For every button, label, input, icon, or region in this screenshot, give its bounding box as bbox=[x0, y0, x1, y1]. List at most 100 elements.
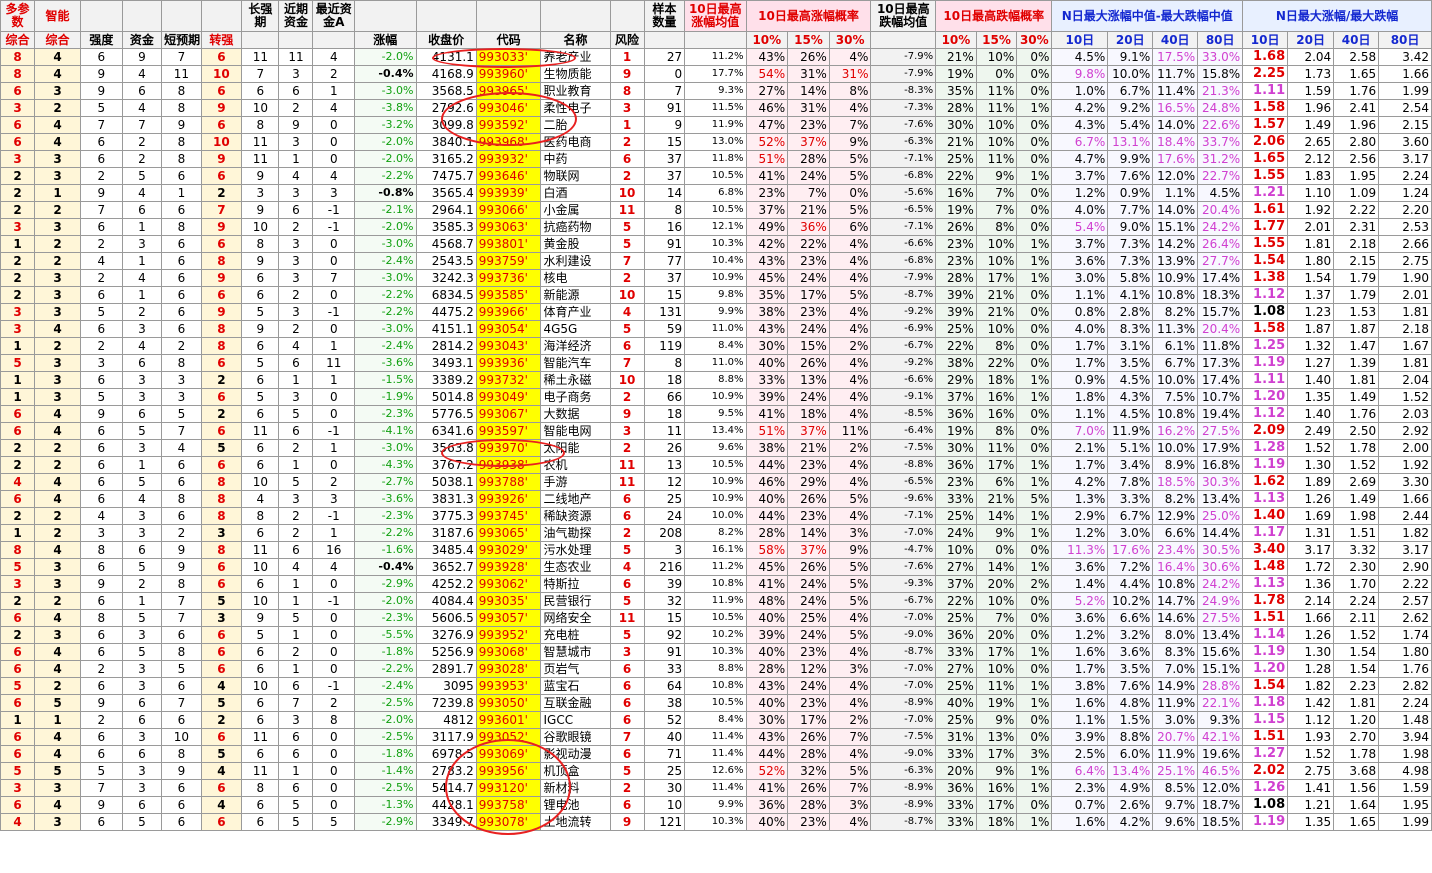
close-price-cell[interactable]: 5038.1 bbox=[415, 473, 477, 491]
max-fall-avg-cell[interactable]: -6.3% bbox=[870, 133, 937, 151]
ratio-20d-cell[interactable]: 1.87 bbox=[1287, 320, 1335, 338]
fall-prob-15-cell[interactable]: 21% bbox=[975, 490, 1018, 508]
ratio-20d-cell[interactable]: 1.23 bbox=[1287, 303, 1335, 321]
capital-cell[interactable]: 3 bbox=[121, 320, 163, 338]
median-10d-cell[interactable]: 11.3% bbox=[1051, 541, 1109, 559]
rise-prob-30-cell[interactable]: 2% bbox=[828, 711, 872, 729]
turn-strong-cell[interactable]: 9 bbox=[200, 269, 243, 287]
fall-prob-10-cell[interactable]: 20% bbox=[935, 762, 977, 780]
turn-strong-cell[interactable]: 8 bbox=[200, 507, 243, 525]
max-fall-avg-cell[interactable]: -7.6% bbox=[870, 116, 937, 134]
name-cell[interactable]: 稀缺资源 bbox=[540, 507, 611, 525]
close-price-cell[interactable]: 3565.4 bbox=[415, 184, 477, 202]
change-pct-cell[interactable]: -4.1% bbox=[354, 422, 417, 440]
fall-prob-15-cell[interactable]: 7% bbox=[975, 609, 1018, 627]
strength-cell[interactable]: 6 bbox=[80, 48, 123, 66]
max-fall-avg-cell[interactable]: -9.3% bbox=[870, 575, 937, 593]
ratio-80d-cell[interactable]: 1.90 bbox=[1378, 269, 1432, 287]
max-fall-avg-cell[interactable]: -6.3% bbox=[870, 762, 937, 780]
composite-rank-cell[interactable]: 5 bbox=[0, 762, 35, 780]
name-cell[interactable]: 抗癌药物 bbox=[540, 218, 611, 236]
turn-strong-cell[interactable]: 6 bbox=[200, 779, 243, 797]
table-row[interactable]: 2 3 2 4 6 9 6 3 7 -3.0% 3242.3 993736' 核电 2 37 10.9% 45%… bbox=[0, 269, 1432, 287]
ratio-20d-cell[interactable]: 2.65 bbox=[1287, 133, 1335, 151]
recent-capital-a-cell[interactable]: 0 bbox=[312, 626, 356, 644]
change-pct-cell[interactable]: -2.0% bbox=[354, 150, 417, 168]
name-cell[interactable]: 体育产业 bbox=[540, 303, 611, 321]
composite-rank-cell[interactable]: 3 bbox=[0, 99, 35, 117]
strength-cell[interactable]: 7 bbox=[80, 201, 123, 219]
ratio-80d-cell[interactable]: 1.80 bbox=[1378, 643, 1432, 661]
rise-prob-30-cell[interactable]: 5% bbox=[828, 167, 872, 185]
short-expect-cell[interactable]: 9 bbox=[161, 762, 202, 780]
ratio-80d-cell[interactable]: 2.66 bbox=[1378, 235, 1432, 253]
capital-cell[interactable]: 4 bbox=[121, 337, 163, 355]
median-40d-cell[interactable]: 9.6% bbox=[1152, 813, 1199, 831]
max-rise-avg-cell[interactable]: 10.4% bbox=[684, 252, 747, 270]
median-80d-cell[interactable]: 30.3% bbox=[1197, 473, 1244, 491]
median-20d-cell[interactable]: 11.9% bbox=[1107, 422, 1154, 440]
strength-cell[interactable]: 2 bbox=[80, 269, 123, 287]
table-row[interactable]: 4 3 6 5 6 6 6 5 5 -2.9% 3349.7 993078' 土地流转 9 121 10.3%… bbox=[0, 813, 1432, 831]
ratio-10d-cell[interactable]: 1.55 bbox=[1242, 235, 1289, 253]
fall-prob-10-cell[interactable]: 40% bbox=[935, 694, 977, 712]
median-20d-cell[interactable]: 8.3% bbox=[1107, 320, 1154, 338]
ratio-80d-cell[interactable]: 1.67 bbox=[1378, 337, 1432, 355]
median-10d-cell[interactable]: 3.7% bbox=[1051, 167, 1109, 185]
risk-cell[interactable]: 5 bbox=[609, 762, 645, 780]
long-strong-cell[interactable]: 10 bbox=[241, 99, 280, 117]
fall-prob-30-cell[interactable]: 0% bbox=[1016, 337, 1053, 355]
max-rise-avg-cell[interactable]: 8.2% bbox=[684, 524, 747, 542]
recent-capital-cell[interactable]: 7 bbox=[278, 694, 314, 712]
fall-prob-15-cell[interactable]: 18% bbox=[975, 813, 1018, 831]
ratio-20d-cell[interactable]: 1.93 bbox=[1287, 728, 1335, 746]
long-strong-cell[interactable]: 6 bbox=[241, 643, 280, 661]
name-cell[interactable]: 充电桩 bbox=[540, 626, 611, 644]
median-40d-cell[interactable]: 16.5% bbox=[1152, 99, 1199, 117]
turn-strong-cell[interactable]: 7 bbox=[200, 201, 243, 219]
ratio-20d-cell[interactable]: 1.35 bbox=[1287, 388, 1335, 406]
ratio-40d-cell[interactable]: 1.76 bbox=[1333, 405, 1380, 423]
ratio-20d-cell[interactable]: 1.80 bbox=[1287, 252, 1335, 270]
ratio-20d-cell[interactable]: 2.75 bbox=[1287, 762, 1335, 780]
median-40d-cell[interactable]: 11.9% bbox=[1152, 694, 1199, 712]
code-cell[interactable]: 993585' bbox=[475, 286, 542, 304]
turn-strong-cell[interactable]: 8 bbox=[200, 473, 243, 491]
fall-prob-10-cell[interactable]: 33% bbox=[935, 796, 977, 814]
short-expect-cell[interactable]: 8 bbox=[161, 150, 202, 168]
composite-rank-cell[interactable]: 3 bbox=[0, 779, 35, 797]
rise-prob-10-cell[interactable]: 46% bbox=[745, 473, 789, 491]
short-expect-cell[interactable]: 8 bbox=[161, 745, 202, 763]
strength-cell[interactable]: 9 bbox=[80, 694, 123, 712]
median-40d-cell[interactable]: 8.9% bbox=[1152, 456, 1199, 474]
ratio-10d-cell[interactable]: 1.19 bbox=[1242, 354, 1289, 372]
ratio-10d-cell[interactable]: 1.26 bbox=[1242, 779, 1289, 797]
recent-capital-a-cell[interactable]: 5 bbox=[312, 813, 356, 831]
recent-capital-a-cell[interactable]: 1 bbox=[312, 82, 356, 100]
capital-cell[interactable]: 6 bbox=[121, 796, 163, 814]
short-expect-cell[interactable]: 7 bbox=[161, 592, 202, 610]
fall-prob-30-cell[interactable]: 0% bbox=[1016, 218, 1053, 236]
short-expect-cell[interactable]: 5 bbox=[161, 405, 202, 423]
turn-strong-cell[interactable]: 8 bbox=[200, 320, 243, 338]
fall-prob-15-cell[interactable]: 9% bbox=[975, 762, 1018, 780]
fall-prob-15-cell[interactable]: 19% bbox=[975, 694, 1018, 712]
median-80d-cell[interactable]: 33.0% bbox=[1197, 48, 1244, 66]
smart-rank-cell[interactable]: 3 bbox=[33, 388, 82, 406]
rise-prob-30-cell[interactable]: 4% bbox=[828, 252, 872, 270]
ratio-40d-cell[interactable]: 1.79 bbox=[1333, 269, 1380, 287]
ratio-80d-cell[interactable]: 3.17 bbox=[1378, 541, 1432, 559]
smart-rank-cell[interactable]: 3 bbox=[33, 371, 82, 389]
ratio-40d-cell[interactable]: 1.78 bbox=[1333, 439, 1380, 457]
table-row[interactable]: 1 3 6 3 3 2 6 1 1 -1.5% 3389.2 993732' 稀土永磁 10 18 8.8% 3… bbox=[0, 371, 1432, 389]
rise-prob-15-cell[interactable]: 26% bbox=[787, 354, 830, 372]
rise-prob-15-cell[interactable]: 18% bbox=[787, 405, 830, 423]
composite-rank-cell[interactable]: 5 bbox=[0, 354, 35, 372]
name-cell[interactable]: 生态农业 bbox=[540, 558, 611, 576]
ratio-10d-cell[interactable]: 1.77 bbox=[1242, 218, 1289, 236]
median-40d-cell[interactable]: 9.7% bbox=[1152, 796, 1199, 814]
median-80d-cell[interactable]: 12.0% bbox=[1197, 779, 1244, 797]
table-row[interactable]: 6 4 2 3 5 6 6 1 0 -2.2% 2891.7 993028' 页岩气 6 33 8.8% 28%… bbox=[0, 660, 1432, 678]
capital-cell[interactable]: 3 bbox=[121, 388, 163, 406]
rise-prob-30-cell[interactable]: 0% bbox=[828, 184, 872, 202]
